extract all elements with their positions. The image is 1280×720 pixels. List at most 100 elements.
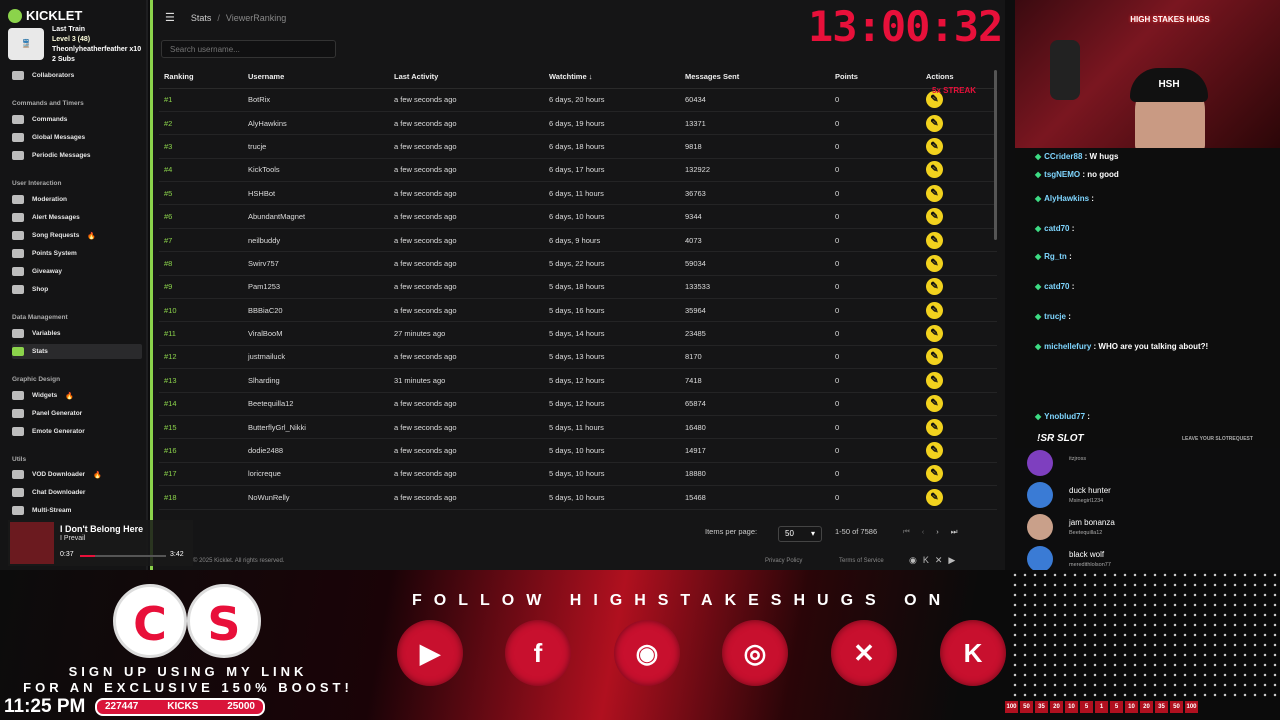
col-messages-sent[interactable]: Messages Sent: [680, 66, 830, 89]
chat-username[interactable]: CCrider88: [1044, 152, 1082, 161]
breadcrumb-root[interactable]: Stats: [191, 13, 212, 23]
edit-pencil-icon[interactable]: ✎: [926, 325, 943, 343]
edit-pencil-icon[interactable]: ✎: [926, 161, 943, 179]
edit-pencil-icon[interactable]: ✎: [926, 114, 943, 132]
edit-pencil-icon[interactable]: ✎: [926, 371, 943, 389]
table-row[interactable]: #10 BBBiaC20 a few seconds ago 5 days, 16 h…: [159, 298, 997, 323]
table-row[interactable]: #17 loricreque a few seconds ago 5 days, 10…: [159, 462, 997, 487]
table-row[interactable]: #15 ButterflyGrl_Nikki a few seconds ago 5 …: [159, 415, 997, 440]
table-row[interactable]: #13 Slharding 31 minutes ago 5 days, 12 hou…: [159, 368, 997, 393]
cell-messages-sent: 15468: [680, 485, 830, 510]
sidebar-item-variables[interactable]: Variables: [12, 326, 142, 341]
x-icon[interactable]: ✕: [831, 620, 897, 686]
last-page-icon[interactable]: ⏭: [951, 527, 970, 536]
table-row[interactable]: #6 AbundantMagnet a few seconds ago 6 days,…: [159, 204, 997, 229]
chat-username[interactable]: catd70: [1044, 224, 1069, 233]
sidebar-item-collaborators[interactable]: Collaborators: [12, 68, 142, 83]
edit-pencil-icon[interactable]: ✎: [926, 395, 943, 413]
col-last-activity[interactable]: Last Activity: [389, 66, 544, 89]
edit-pencil-icon[interactable]: ✎: [926, 348, 943, 366]
menu-toggle-icon[interactable]: ☰: [165, 11, 175, 24]
table-scrollbar[interactable]: [994, 70, 997, 240]
sidebar-item-points-system[interactable]: Points System: [12, 246, 142, 261]
edit-pencil-icon[interactable]: ✎: [926, 184, 943, 202]
cell-messages-sent: 9818: [680, 134, 830, 159]
col-watchtime[interactable]: Watchtime ↓: [544, 66, 680, 89]
edit-pencil-icon[interactable]: ✎: [926, 208, 943, 226]
prev-page-icon[interactable]: ‹: [922, 527, 937, 536]
discord-icon[interactable]: ◉: [614, 620, 680, 686]
table-row[interactable]: #7 neilbuddy a few seconds ago 6 days, 9 ho…: [159, 228, 997, 253]
edit-pencil-icon[interactable]: ✎: [926, 465, 943, 483]
col-username[interactable]: Username: [243, 66, 389, 89]
edit-pencil-icon[interactable]: ✎: [926, 301, 943, 319]
table-row[interactable]: #18 NoWunRelly a few seconds ago 5 days, 10…: [159, 485, 997, 510]
chat-message: ◆ CCrider88 : W hugs: [1035, 152, 1118, 161]
sidebar-item-stats[interactable]: Stats: [12, 344, 142, 359]
table-row[interactable]: #2 AlyHawkins a few seconds ago 6 days, 19 …: [159, 111, 997, 136]
search-input[interactable]: [161, 40, 336, 58]
sidebar-item-widgets[interactable]: Widgets 🔥: [12, 388, 142, 403]
chat-username[interactable]: AlyHawkins: [1044, 194, 1089, 203]
table-row[interactable]: #5 HSHBot a few seconds ago 6 days, 11 hour…: [159, 181, 997, 206]
sidebar-item-panel-generator[interactable]: Panel Generator: [12, 406, 142, 421]
goal-label: KICKS: [167, 701, 199, 712]
chat-username[interactable]: tsgNEMO: [1044, 170, 1080, 179]
table-row[interactable]: #4 KickTools a few seconds ago 6 days, 17 h…: [159, 158, 997, 183]
sidebar-item-vod-downloader[interactable]: VOD Downloader 🔥: [12, 467, 142, 482]
table-row[interactable]: #14 Beetequilla12 a few seconds ago 5 days,…: [159, 392, 997, 416]
sidebar-item-commands[interactable]: Commands: [12, 112, 142, 127]
sidebar-item-global-messages[interactable]: Global Messages: [12, 130, 142, 145]
chat-username[interactable]: Ynoblud77: [1044, 412, 1085, 421]
discord-icon[interactable]: ◉: [909, 555, 923, 565]
edit-pencil-icon[interactable]: ✎: [926, 137, 943, 155]
youtube-icon[interactable]: ▶: [397, 620, 463, 686]
sidebar-item-song-requests[interactable]: Song Requests 🔥: [12, 228, 142, 243]
cell-actions: ✎: [921, 181, 997, 206]
first-page-icon[interactable]: ⏮: [903, 527, 922, 536]
sidebar-item-emote-generator[interactable]: Emote Generator: [12, 424, 142, 439]
cell-ranking: #5: [159, 181, 243, 206]
table-row[interactable]: #8 Swirv757 a few seconds ago 5 days, 22 ho…: [159, 251, 997, 276]
train-icon: 🚆: [8, 28, 44, 60]
chat-username[interactable]: Rg_tn: [1044, 252, 1067, 261]
footer-privacy-link[interactable]: Privacy Policy: [765, 558, 802, 564]
sidebar-item-moderation[interactable]: Moderation: [12, 192, 142, 207]
items-per-page-select[interactable]: 50 ▾: [778, 526, 822, 542]
instagram-icon[interactable]: ◎: [722, 620, 788, 686]
sidebar-item-shop[interactable]: Shop: [12, 282, 142, 297]
edit-pencil-icon[interactable]: ✎: [926, 418, 943, 436]
kick-icon[interactable]: K: [923, 555, 935, 565]
kick-icon[interactable]: K: [940, 620, 1006, 686]
table-row[interactable]: #16 dodie2488 a few seconds ago 5 days, 10 …: [159, 438, 997, 463]
kicklet-logo[interactable]: KICKLET: [8, 8, 82, 23]
sidebar-item-alert-messages[interactable]: Alert Messages: [12, 210, 142, 225]
facebook-icon[interactable]: f: [505, 620, 571, 686]
sidebar-item-multi-stream[interactable]: Multi-Stream: [12, 503, 142, 518]
sidebar-item-giveaway[interactable]: Giveaway: [12, 264, 142, 279]
chat-username[interactable]: catd70: [1044, 282, 1069, 291]
table-row[interactable]: #3 trucje a few seconds ago 6 days, 18 hour…: [159, 134, 997, 159]
col-ranking[interactable]: Ranking: [159, 66, 243, 89]
slot-request-item: jam bonanza Beetequilla12: [1027, 512, 1277, 542]
edit-pencil-icon[interactable]: ✎: [926, 254, 943, 272]
edit-pencil-icon[interactable]: ✎: [926, 278, 943, 296]
sidebar-item-chat-downloader[interactable]: Chat Downloader: [12, 485, 142, 500]
chat-username[interactable]: trucje: [1044, 312, 1066, 321]
next-page-icon[interactable]: ›: [936, 527, 951, 536]
sidebar-item-periodic-messages[interactable]: Periodic Messages: [12, 148, 142, 163]
table-row[interactable]: #11 ViralBooM 27 minutes ago 5 days, 14 hou…: [159, 321, 997, 346]
edit-pencil-icon[interactable]: ✎: [926, 442, 943, 460]
edit-pencil-icon[interactable]: ✎: [926, 231, 943, 249]
avatar: [1027, 482, 1053, 508]
chat-username[interactable]: michellefury: [1044, 342, 1091, 351]
edit-pencil-icon[interactable]: ✎: [926, 488, 943, 506]
youtube-icon[interactable]: ▶: [948, 555, 961, 565]
streak-badge: 5x STREAK: [932, 86, 977, 95]
footer-terms-link[interactable]: Terms of Service: [839, 558, 884, 564]
col-points[interactable]: Points: [830, 66, 921, 89]
x-icon[interactable]: ✕: [935, 555, 949, 565]
table-row[interactable]: #12 justmailuck a few seconds ago 5 days, 1…: [159, 345, 997, 370]
table-row[interactable]: #1 BotRix a few seconds ago 6 days, 20 hour…: [159, 88, 997, 112]
table-row[interactable]: #9 Pam1253 a few seconds ago 5 days, 18 hou…: [159, 275, 997, 300]
